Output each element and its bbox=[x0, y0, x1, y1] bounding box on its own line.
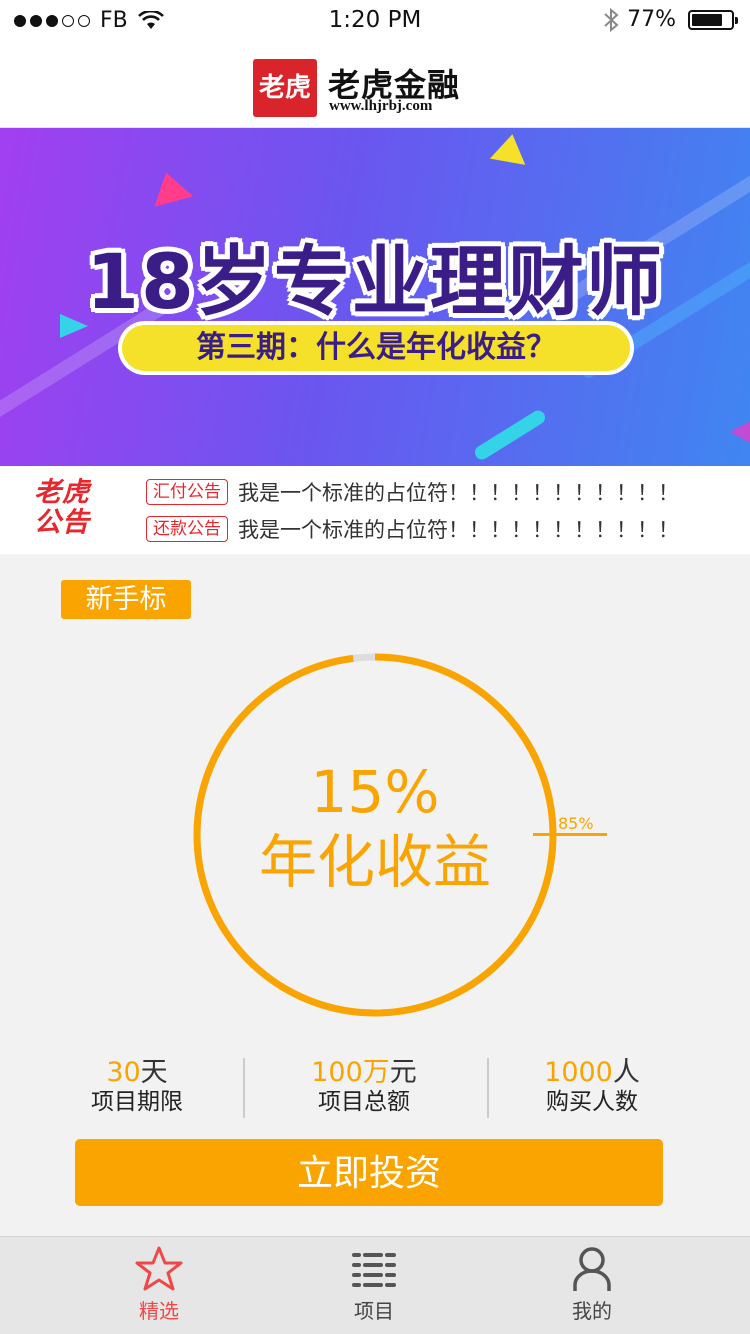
list-icon bbox=[352, 1253, 396, 1287]
battery-icon bbox=[688, 9, 738, 30]
decor-streak bbox=[472, 407, 548, 463]
tab-featured[interactable]: 精选 bbox=[79, 1245, 239, 1324]
tab-label: 项目 bbox=[354, 1299, 394, 1323]
brand-url: www.lhjrbj.com bbox=[329, 98, 433, 114]
stat-unit: 天 bbox=[140, 1057, 168, 1088]
tab-bar: 精选 项目 我的 bbox=[0, 1236, 750, 1334]
stat-unit: 人 bbox=[612, 1057, 640, 1088]
status-right: 77% bbox=[603, 7, 738, 32]
tab-label: 精选 bbox=[139, 1299, 179, 1323]
notice-text: 我是一个标准的占位符！！！！！！！！！！！ bbox=[238, 518, 679, 542]
annual-rate-label: 年化收益 bbox=[258, 828, 491, 896]
tab-projects[interactable]: 项目 bbox=[294, 1245, 454, 1324]
app-header: 老虎 老虎金融 www.lhjrbj.com bbox=[0, 40, 750, 128]
stat-label: 项目期限 bbox=[91, 1089, 183, 1115]
stat-unit: 元 bbox=[389, 1057, 417, 1088]
stat-label: 项目总额 bbox=[318, 1089, 410, 1115]
decor-triangle bbox=[489, 131, 531, 165]
tab-label: 我的 bbox=[572, 1299, 612, 1323]
notice-item[interactable]: 汇付公告 我是一个标准的占位符！！！！！！！！！！！ bbox=[146, 477, 679, 507]
banner-title: 18岁专业理财师 bbox=[86, 237, 664, 326]
notice-tag: 汇付公告 bbox=[146, 479, 228, 505]
stat-buyers: 1000人 购买人数 bbox=[472, 1058, 712, 1116]
notice-item[interactable]: 还款公告 我是一个标准的占位符！！！！！！！！！！！ bbox=[146, 514, 679, 544]
banner-subtitle: 第三期：什么是年化收益？ bbox=[122, 325, 630, 371]
stat-term: 30天 项目期限 bbox=[17, 1058, 257, 1116]
status-bar: FB 1:20 PM 77% bbox=[0, 0, 750, 40]
newbie-badge: 新手标 bbox=[61, 580, 191, 619]
star-icon bbox=[135, 1246, 183, 1291]
tab-mine[interactable]: 我的 bbox=[512, 1245, 672, 1324]
notice-board: 老虎 公告 汇付公告 我是一个标准的占位符！！！！！！！！！！！ 还款公告 我是… bbox=[0, 466, 750, 554]
stat-label: 购买人数 bbox=[546, 1089, 638, 1115]
notice-logo: 老虎 公告 bbox=[34, 478, 134, 538]
progress-marker bbox=[533, 833, 607, 836]
person-icon bbox=[573, 1247, 611, 1291]
progress-label: 85% bbox=[558, 814, 594, 833]
annual-rate: 15% bbox=[310, 758, 440, 826]
battery-percent: 77% bbox=[627, 7, 676, 32]
stat-value: 30 bbox=[106, 1057, 141, 1088]
stat-total: 100万元 项目总额 bbox=[244, 1058, 484, 1116]
notice-logo-line: 公告 bbox=[34, 507, 90, 538]
stat-value: 100万 bbox=[311, 1057, 390, 1088]
promo-banner[interactable]: 18岁专业理财师 第三期：什么是年化收益？ bbox=[0, 128, 750, 466]
notice-logo-line: 老虎 bbox=[34, 477, 90, 508]
decor-triangle bbox=[146, 167, 194, 207]
stat-value: 1000 bbox=[544, 1057, 613, 1088]
bluetooth-icon bbox=[604, 7, 619, 32]
invest-button[interactable]: 立即投资 bbox=[75, 1139, 663, 1206]
decor-triangle bbox=[730, 418, 750, 446]
notice-text: 我是一个标准的占位符！！！！！！！！！！！ bbox=[238, 481, 679, 505]
notice-tag: 还款公告 bbox=[146, 516, 228, 542]
brand-logo: 老虎 bbox=[253, 59, 317, 117]
